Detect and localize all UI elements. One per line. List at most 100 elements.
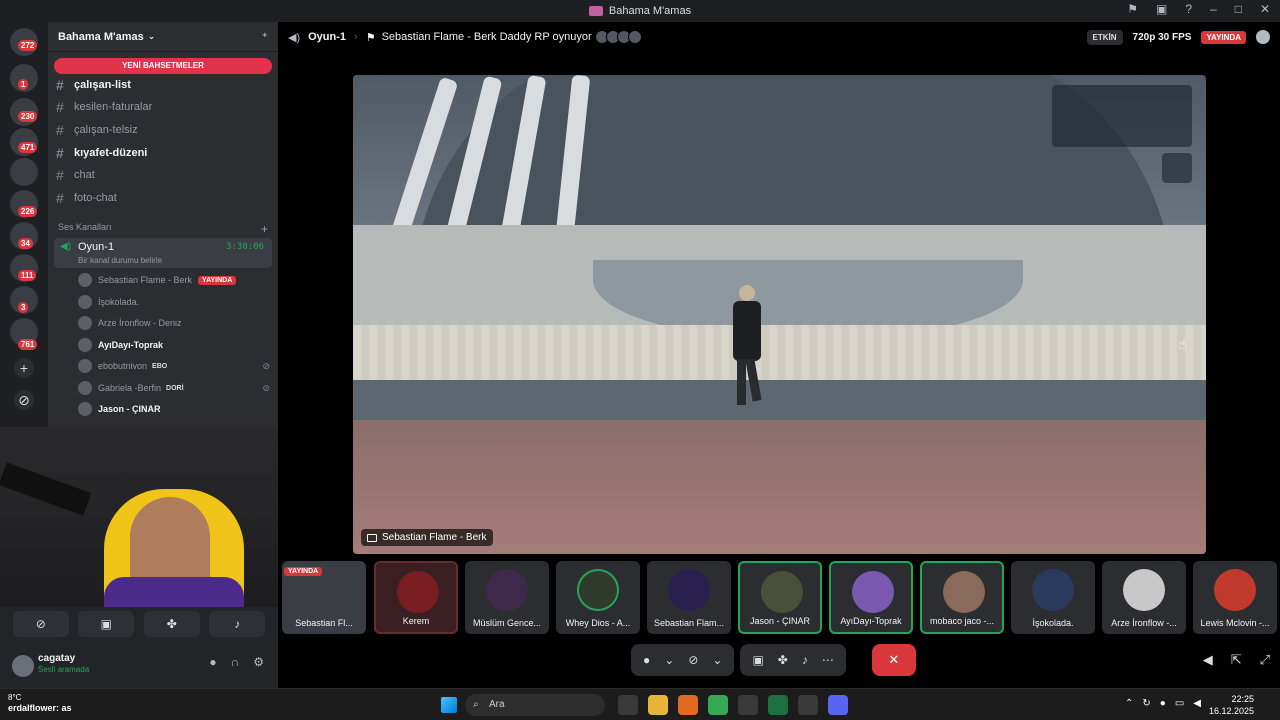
server-badge: 272	[18, 40, 38, 51]
browser-icon[interactable]	[678, 695, 698, 715]
camera-off-icon[interactable]: ⊘	[688, 653, 698, 667]
app-icon[interactable]	[798, 695, 818, 715]
add-channel-icon[interactable]: +	[261, 222, 268, 236]
activities-icon[interactable]: ✤	[778, 653, 788, 667]
participant-tile[interactable]: İşokolada.	[1011, 561, 1095, 634]
participant-name: Sebastian Flam...	[653, 618, 725, 628]
stream-view[interactable]: Sebastian Flame - Berk	[353, 75, 1206, 554]
hash-icon: #	[56, 99, 64, 115]
channel-item[interactable]: # çalışan-telsiz	[56, 120, 270, 140]
file-explorer-icon[interactable]	[648, 695, 668, 715]
invite-icon[interactable]: ⁺	[262, 30, 268, 44]
avatar	[943, 571, 985, 613]
participant-tile[interactable]: YAYINDA Sebastian Fl...	[282, 561, 366, 634]
hash-icon: #	[56, 77, 64, 93]
participant-tile[interactable]: Arze İronflow -...	[1102, 561, 1186, 634]
participant-tile[interactable]: Lewis Mclovin -...	[1193, 561, 1277, 634]
popout-icon[interactable]: ⇱	[1231, 652, 1242, 668]
inbox-icon[interactable]: ⚑	[1127, 2, 1138, 16]
mic-icon[interactable]: ●	[1160, 698, 1166, 709]
sync-icon[interactable]: ↻	[1142, 698, 1150, 709]
chat-icon[interactable]	[1256, 30, 1270, 44]
excel-icon[interactable]	[768, 695, 788, 715]
participant-tile[interactable]: Sebastian Flam...	[647, 561, 731, 634]
task-view-icon[interactable]	[618, 695, 638, 715]
channel-status[interactable]: Bir kanal durumu belirle	[78, 256, 162, 265]
minimize-icon[interactable]: –	[1210, 2, 1217, 16]
display-icon[interactable]: ▭	[1175, 698, 1184, 709]
channel-item[interactable]: # kesilen-faturalar	[56, 97, 270, 117]
channel-label: kesilen-faturalar	[74, 101, 153, 113]
live-badge: YAYINDA	[284, 567, 323, 576]
discord-icon[interactable]	[828, 695, 848, 715]
avatar	[78, 402, 92, 416]
voice-controls: ⊘ ▣ ✤ ♪	[0, 607, 278, 641]
chevron-down-icon[interactable]: ⌄	[664, 653, 674, 667]
participant-tile[interactable]: Whey Dios - A...	[556, 561, 640, 634]
activity-text: Sebastian Flame - Berk Daddy RP oynuyor	[381, 31, 592, 43]
etkin-chip[interactable]: ETKİN	[1086, 29, 1123, 45]
weather-widget[interactable]: 8°C erdalflower: as	[8, 693, 72, 713]
participant-name: Whey Dios - A...	[565, 618, 631, 628]
chevron-up-icon[interactable]: ⌃	[1125, 698, 1133, 709]
new-mentions-pill[interactable]: YENİ BAHSETMELER	[54, 58, 272, 74]
share-group: ▣ ✤ ♪ ⋯	[740, 644, 846, 676]
channel-item[interactable]: # kıyafet-düzeni	[56, 143, 270, 163]
soundboard-icon[interactable]: ♪	[802, 653, 808, 667]
gear-icon[interactable]: ⚙	[253, 655, 264, 669]
maximize-icon[interactable]: □	[1235, 2, 1242, 16]
stream-quality: 720p 30 FPS	[1132, 31, 1192, 43]
camera-off-button[interactable]: ⊘	[12, 611, 69, 637]
channel-item[interactable]: # chat	[56, 165, 270, 185]
mic-icon[interactable]: ●	[643, 653, 650, 667]
channel-item[interactable]: # çalışan-list	[56, 75, 270, 95]
voice-user[interactable]: Jason - ÇINAR	[78, 399, 270, 419]
channel-label: chat	[74, 169, 95, 181]
voice-user[interactable]: İşokolada.	[78, 292, 270, 312]
activities-button[interactable]: ✤	[143, 611, 200, 637]
voice-user[interactable]: Gabriela -Berfin DORİ ⊘	[78, 378, 270, 398]
participant-tile[interactable]: AyıDayı-Toprak	[829, 561, 913, 634]
voice-section-header[interactable]: Ses Kanalları +	[58, 222, 268, 236]
participant-tile[interactable]: mobaco jaco -...	[920, 561, 1004, 634]
soundboard-button[interactable]: ♪	[209, 611, 266, 637]
chrome-icon[interactable]	[708, 695, 728, 715]
help-icon[interactable]: ?	[1185, 2, 1192, 16]
voice-user[interactable]: ebobutnivon EBO ⊘	[78, 356, 270, 376]
add-server-icon[interactable]: +	[14, 358, 34, 378]
chevron-down-icon[interactable]: ⌄	[712, 653, 722, 667]
voice-user[interactable]: Arze İronflow - Deniz	[78, 313, 270, 333]
avatar[interactable]	[12, 655, 34, 677]
voice-user[interactable]: Sebastian Flame - Berk YAYINDA	[78, 270, 270, 290]
voice-user[interactable]: AyıDayı-Toprak	[78, 335, 270, 355]
screen-share-button[interactable]: ▣	[78, 611, 135, 637]
participant-tile[interactable]: Kerem	[374, 561, 458, 634]
volume-icon[interactable]: ◀	[1203, 652, 1213, 668]
clock[interactable]: 22:25 16.12.2025	[1209, 693, 1254, 717]
participant-avatars[interactable]	[594, 30, 642, 44]
participant-tile[interactable]: Müslüm Gence...	[465, 561, 549, 634]
close-icon[interactable]: ✕	[1260, 2, 1270, 16]
search-placeholder: Ara	[489, 699, 505, 710]
more-icon[interactable]: ⋯	[822, 653, 834, 667]
voice-channel-name: Oyun-1	[78, 241, 115, 253]
participant-tile[interactable]: Jason - ÇINAR	[738, 561, 822, 634]
channel-item[interactable]: # foto-chat	[56, 188, 270, 208]
server-header[interactable]: Bahama M'amas ⌄ ⁺	[48, 22, 278, 52]
store-icon[interactable]	[738, 695, 758, 715]
speaker-icon[interactable]: ◀	[1193, 698, 1201, 709]
taskbar-search[interactable]: ⌕ Ara	[465, 694, 605, 716]
start-icon[interactable]	[441, 697, 457, 713]
mic-icon[interactable]: ●	[209, 655, 216, 669]
disconnect-button[interactable]: ✕	[871, 644, 916, 676]
screen-icon[interactable]: ▣	[1156, 2, 1167, 16]
avatar	[78, 316, 92, 330]
discover-icon[interactable]: ⊘	[14, 390, 34, 410]
fullscreen-icon[interactable]: ⤢	[1260, 652, 1270, 668]
server-icon[interactable]	[10, 158, 38, 186]
screen-share-icon[interactable]: ▣	[752, 653, 763, 667]
taskbar-apps	[618, 695, 848, 715]
headphones-icon[interactable]: ∩	[231, 655, 240, 669]
title-bar: Bahama M'amas ⚑ ▣ ? – □ ✕	[0, 0, 1280, 22]
voice-channel-active[interactable]: ◀) Oyun-1 3:30:06 Bir kanal durumu belir…	[54, 238, 272, 268]
